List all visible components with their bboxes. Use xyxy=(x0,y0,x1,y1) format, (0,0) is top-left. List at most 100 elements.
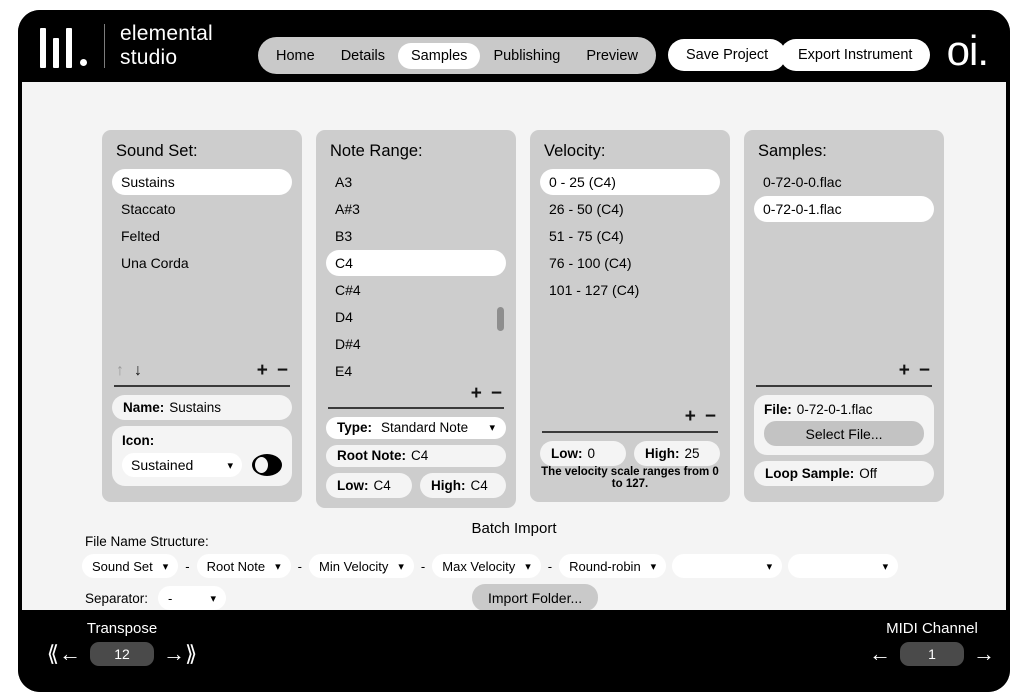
structure-field-1-select[interactable]: Sound Set ▾ xyxy=(82,554,178,578)
list-item[interactable]: A#3 xyxy=(326,196,506,222)
tab-details[interactable]: Details xyxy=(328,43,398,69)
velocity-list[interactable]: 0 - 25 (C4) 26 - 50 (C4) 51 - 75 (C4) 76… xyxy=(540,169,720,405)
structure-dash: - xyxy=(184,559,190,574)
chevron-down-icon: ▾ xyxy=(398,560,404,573)
chevron-down-icon: ▾ xyxy=(525,560,531,573)
separator-label: Separator: xyxy=(85,591,148,606)
logo-mark-icon xyxy=(40,24,89,68)
list-item[interactable]: 0-72-0-1.flac xyxy=(754,196,934,222)
structure-field-1-value: Sound Set xyxy=(92,559,153,574)
chevron-down-icon: ▾ xyxy=(883,560,889,573)
list-item[interactable]: 0-72-0-0.flac xyxy=(754,169,934,195)
structure-field-4-value: Max Velocity xyxy=(442,559,515,574)
list-item[interactable]: Sustains xyxy=(112,169,292,195)
structure-field-6-select[interactable]: ▾ xyxy=(672,554,782,578)
list-item[interactable]: 101 - 127 (C4) xyxy=(540,277,720,303)
list-item[interactable]: 0 - 25 (C4) xyxy=(540,169,720,195)
structure-dash: - xyxy=(547,559,553,574)
velocity-hint: The velocity scale ranges from 0 to 127. xyxy=(540,466,720,492)
note-high-label: High: xyxy=(431,478,466,493)
structure-field-7-select[interactable]: ▾ xyxy=(788,554,898,578)
note-type-value: Standard Note xyxy=(381,420,468,435)
velocity-high-field[interactable]: High: 25 xyxy=(634,441,720,466)
velocity-low-field[interactable]: Low: 0 xyxy=(540,441,626,466)
midi-channel-label: MIDI Channel xyxy=(856,620,1008,637)
list-item[interactable]: A3 xyxy=(326,169,506,195)
structure-field-4-select[interactable]: Max Velocity ▾ xyxy=(432,554,541,578)
remove-sound-set-icon[interactable]: − xyxy=(277,363,288,379)
tab-home[interactable]: Home xyxy=(263,43,328,69)
midi-channel-control: MIDI Channel ← 1 → xyxy=(856,620,1008,666)
transpose-value[interactable]: 12 xyxy=(90,642,154,666)
velocity-low-high-row: Low: 0 High: 25 xyxy=(540,441,720,466)
add-velocity-icon[interactable]: + xyxy=(685,409,696,425)
transpose-decrease-icon[interactable]: ⟪← xyxy=(47,643,81,665)
export-instrument-button[interactable]: Export Instrument xyxy=(780,39,930,71)
samples-toolbar: + − xyxy=(754,359,934,383)
note-high-field[interactable]: High: C4 xyxy=(420,473,506,498)
add-sample-icon[interactable]: + xyxy=(899,363,910,379)
root-note-field[interactable]: Root Note: C4 xyxy=(326,445,506,467)
list-item[interactable]: C4 xyxy=(326,250,506,276)
move-up-icon[interactable]: ↑ xyxy=(116,363,124,379)
separator-select[interactable]: - ▾ xyxy=(158,586,226,610)
transpose-row: ⟪← 12 →⟫ xyxy=(42,642,202,666)
velocity-panel: Velocity: 0 - 25 (C4) 26 - 50 (C4) 51 - … xyxy=(530,130,730,502)
structure-field-3-select[interactable]: Min Velocity ▾ xyxy=(309,554,414,578)
midi-channel-value[interactable]: 1 xyxy=(900,642,964,666)
root-note-value: C4 xyxy=(411,448,428,463)
structure-field-2-select[interactable]: Root Note ▾ xyxy=(197,554,291,578)
note-range-list[interactable]: A3 A#3 B3 C4 C#4 D4 D#4 E4 F4 xyxy=(326,169,506,384)
chevron-down-icon: ▾ xyxy=(227,459,233,472)
list-item[interactable]: D#4 xyxy=(326,331,506,357)
list-item[interactable]: 51 - 75 (C4) xyxy=(540,223,720,249)
note-range-panel: Note Range: A3 A#3 B3 C4 C#4 D4 D#4 E4 F… xyxy=(316,130,516,508)
loop-sample-field[interactable]: Loop Sample: Off xyxy=(754,461,934,486)
list-item[interactable]: Staccato xyxy=(112,196,292,222)
note-range-title: Note Range: xyxy=(330,142,504,161)
samples-panel: Samples: 0-72-0-0.flac 0-72-0-1.flac + − xyxy=(744,130,944,502)
icon-select[interactable]: Sustained ▾ xyxy=(122,453,242,477)
root-note-label: Root Note: xyxy=(337,448,406,463)
list-item[interactable]: 26 - 50 (C4) xyxy=(540,196,720,222)
list-item[interactable]: 76 - 100 (C4) xyxy=(540,250,720,276)
list-item[interactable]: C#4 xyxy=(326,277,506,303)
move-down-icon[interactable]: ↓ xyxy=(134,363,142,379)
list-item[interactable]: Una Corda xyxy=(112,250,292,276)
save-project-button[interactable]: Save Project xyxy=(668,39,786,71)
note-type-select[interactable]: Type: Standard Note ▾ xyxy=(326,417,506,439)
tab-publishing[interactable]: Publishing xyxy=(480,43,573,69)
note-low-field[interactable]: Low: C4 xyxy=(326,473,412,498)
sound-set-name-field[interactable]: Name: Sustains xyxy=(112,395,292,420)
remove-note-range-icon[interactable]: − xyxy=(491,386,502,402)
list-item[interactable]: B3 xyxy=(326,223,506,249)
chevron-down-icon: ▾ xyxy=(163,560,169,573)
samples-divider xyxy=(756,385,932,387)
import-folder-button[interactable]: Import Folder... xyxy=(472,584,598,611)
sound-set-list[interactable]: Sustains Staccato Felted Una Corda xyxy=(112,169,292,359)
structure-dash: - xyxy=(420,559,426,574)
remove-sample-icon[interactable]: − xyxy=(919,363,930,379)
list-item[interactable]: E4 xyxy=(326,358,506,384)
chevron-down-icon: ▾ xyxy=(275,560,281,573)
list-item[interactable]: D4 xyxy=(326,304,506,330)
note-range-scrollbar[interactable] xyxy=(497,307,504,331)
add-sound-set-icon[interactable]: + xyxy=(257,363,268,379)
tab-preview[interactable]: Preview xyxy=(573,43,651,69)
sample-file-label: File: xyxy=(764,402,792,417)
velocity-low-label: Low: xyxy=(551,446,583,461)
structure-field-2-value: Root Note xyxy=(207,559,266,574)
samples-list[interactable]: 0-72-0-0.flac 0-72-0-1.flac xyxy=(754,169,934,359)
list-item[interactable]: Felted xyxy=(112,223,292,249)
app-root: elemental studio Home Details Samples Pu… xyxy=(0,0,1028,700)
midi-increase-icon[interactable]: → xyxy=(973,643,995,665)
bottom-bar: Transpose ⟪← 12 →⟫ C0C1C2C3C4C5C6C7 MIDI… xyxy=(18,610,1010,692)
select-file-button[interactable]: Select File... xyxy=(764,421,924,446)
midi-decrease-icon[interactable]: ← xyxy=(869,643,891,665)
transpose-increase-icon[interactable]: →⟫ xyxy=(163,643,197,665)
structure-field-5-select[interactable]: Round-robin ▾ xyxy=(559,554,666,578)
structure-field-5-value: Round-robin xyxy=(569,559,641,574)
tab-samples[interactable]: Samples xyxy=(398,43,480,69)
remove-velocity-icon[interactable]: − xyxy=(705,409,716,425)
add-note-range-icon[interactable]: + xyxy=(471,386,482,402)
